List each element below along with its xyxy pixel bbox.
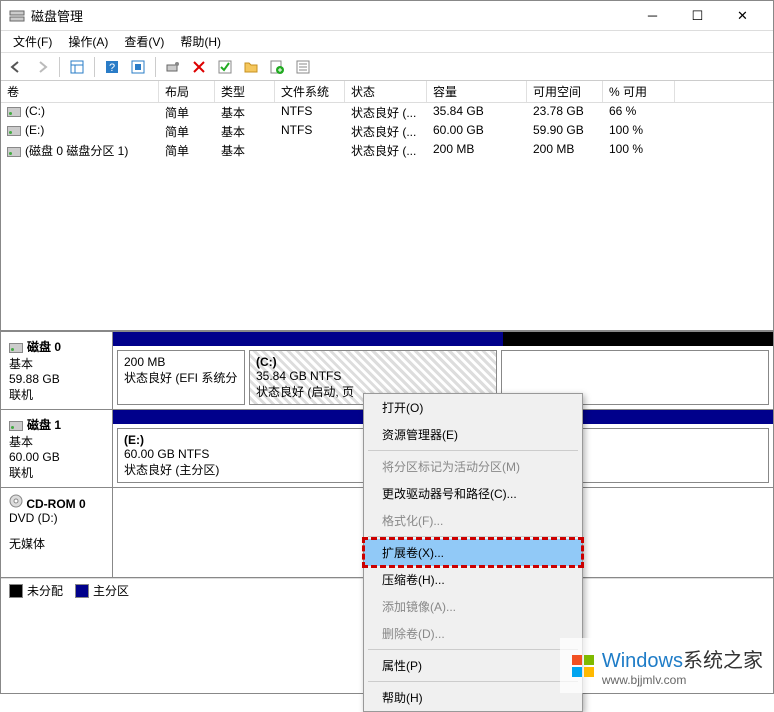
help-icon[interactable]: ?	[101, 56, 123, 78]
cdrom-icon	[9, 494, 23, 508]
settings-icon[interactable]	[162, 56, 184, 78]
add-icon[interactable]	[266, 56, 288, 78]
context-menu: 打开(O) 资源管理器(E) 将分区标记为活动分区(M) 更改驱动器号和路径(C…	[363, 393, 583, 712]
app-icon	[9, 8, 25, 24]
maximize-button[interactable]: ☐	[675, 1, 720, 31]
menu-open[interactable]: 打开(O)	[364, 394, 582, 421]
menubar: 文件(F) 操作(A) 查看(V) 帮助(H)	[1, 31, 773, 53]
table-header: 卷 布局 类型 文件系统 状态 容量 可用空间 % 可用	[1, 81, 773, 103]
menu-file[interactable]: 文件(F)	[5, 31, 60, 52]
toolbar: ?	[1, 53, 773, 81]
list-icon[interactable]	[292, 56, 314, 78]
menu-delete-volume: 删除卷(D)...	[364, 620, 582, 647]
col-pct[interactable]: % 可用	[603, 81, 675, 102]
checkbox-icon[interactable]	[214, 56, 236, 78]
forward-button[interactable]	[31, 56, 53, 78]
col-fs[interactable]: 文件系统	[275, 81, 345, 102]
unallocated-bar	[503, 332, 773, 346]
disk-label[interactable]: 磁盘 1 基本 60.00 GB 联机	[1, 410, 113, 487]
menu-shrink-volume[interactable]: 压缩卷(H)...	[364, 566, 582, 593]
drive-icon	[7, 147, 21, 157]
drive-icon	[7, 107, 21, 117]
window-title: 磁盘管理	[31, 6, 630, 25]
back-button[interactable]	[5, 56, 27, 78]
disk-icon	[9, 343, 23, 353]
legend-swatch-unallocated	[9, 584, 23, 598]
refresh-icon[interactable]	[127, 56, 149, 78]
col-status[interactable]: 状态	[345, 81, 427, 102]
menu-view[interactable]: 查看(V)	[116, 31, 172, 52]
menu-help[interactable]: 帮助(H)	[364, 684, 582, 711]
menu-properties[interactable]: 属性(P)	[364, 652, 582, 679]
col-volume[interactable]: 卷	[1, 81, 159, 102]
col-type[interactable]: 类型	[215, 81, 275, 102]
disk-icon	[9, 421, 23, 431]
folder-icon[interactable]	[240, 56, 262, 78]
disk-bar	[113, 332, 503, 346]
menu-help[interactable]: 帮助(H)	[172, 31, 229, 52]
col-capacity[interactable]: 容量	[427, 81, 527, 102]
menu-format: 格式化(F)...	[364, 507, 582, 534]
drive-icon	[7, 126, 21, 136]
windows-logo-icon	[570, 653, 596, 679]
menu-extend-volume[interactable]: 扩展卷(X)...	[364, 539, 582, 566]
menu-action[interactable]: 操作(A)	[60, 31, 116, 52]
menu-change-letter[interactable]: 更改驱动器号和路径(C)...	[364, 480, 582, 507]
col-free[interactable]: 可用空间	[527, 81, 603, 102]
view-button[interactable]	[66, 56, 88, 78]
close-button[interactable]: ✕	[720, 1, 765, 31]
menu-mark-active: 将分区标记为活动分区(M)	[364, 453, 582, 480]
delete-icon[interactable]	[188, 56, 210, 78]
menu-add-mirror: 添加镜像(A)...	[364, 593, 582, 620]
svg-text:?: ?	[109, 62, 115, 74]
legend-swatch-primary	[75, 584, 89, 598]
watermark: Windows系统之家 www.bjjmlv.com	[560, 638, 773, 693]
minimize-button[interactable]: ─	[630, 1, 675, 31]
table-row[interactable]: (C:) 简单 基本 NTFS 状态良好 (... 35.84 GB 23.78…	[1, 103, 773, 122]
menu-explorer[interactable]: 资源管理器(E)	[364, 421, 582, 448]
table-row[interactable]: (磁盘 0 磁盘分区 1) 简单 基本 状态良好 (... 200 MB 200…	[1, 141, 773, 160]
col-layout[interactable]: 布局	[159, 81, 215, 102]
disk-label[interactable]: CD-ROM 0 DVD (D:) 无媒体	[1, 488, 113, 577]
disk-label[interactable]: 磁盘 0 基本 59.88 GB 联机	[1, 332, 113, 409]
partition[interactable]: 200 MB 状态良好 (EFI 系统分	[117, 350, 245, 405]
titlebar: 磁盘管理 ─ ☐ ✕	[1, 1, 773, 31]
volume-list: (C:) 简单 基本 NTFS 状态良好 (... 35.84 GB 23.78…	[1, 103, 773, 331]
table-row[interactable]: (E:) 简单 基本 NTFS 状态良好 (... 60.00 GB 59.90…	[1, 122, 773, 141]
